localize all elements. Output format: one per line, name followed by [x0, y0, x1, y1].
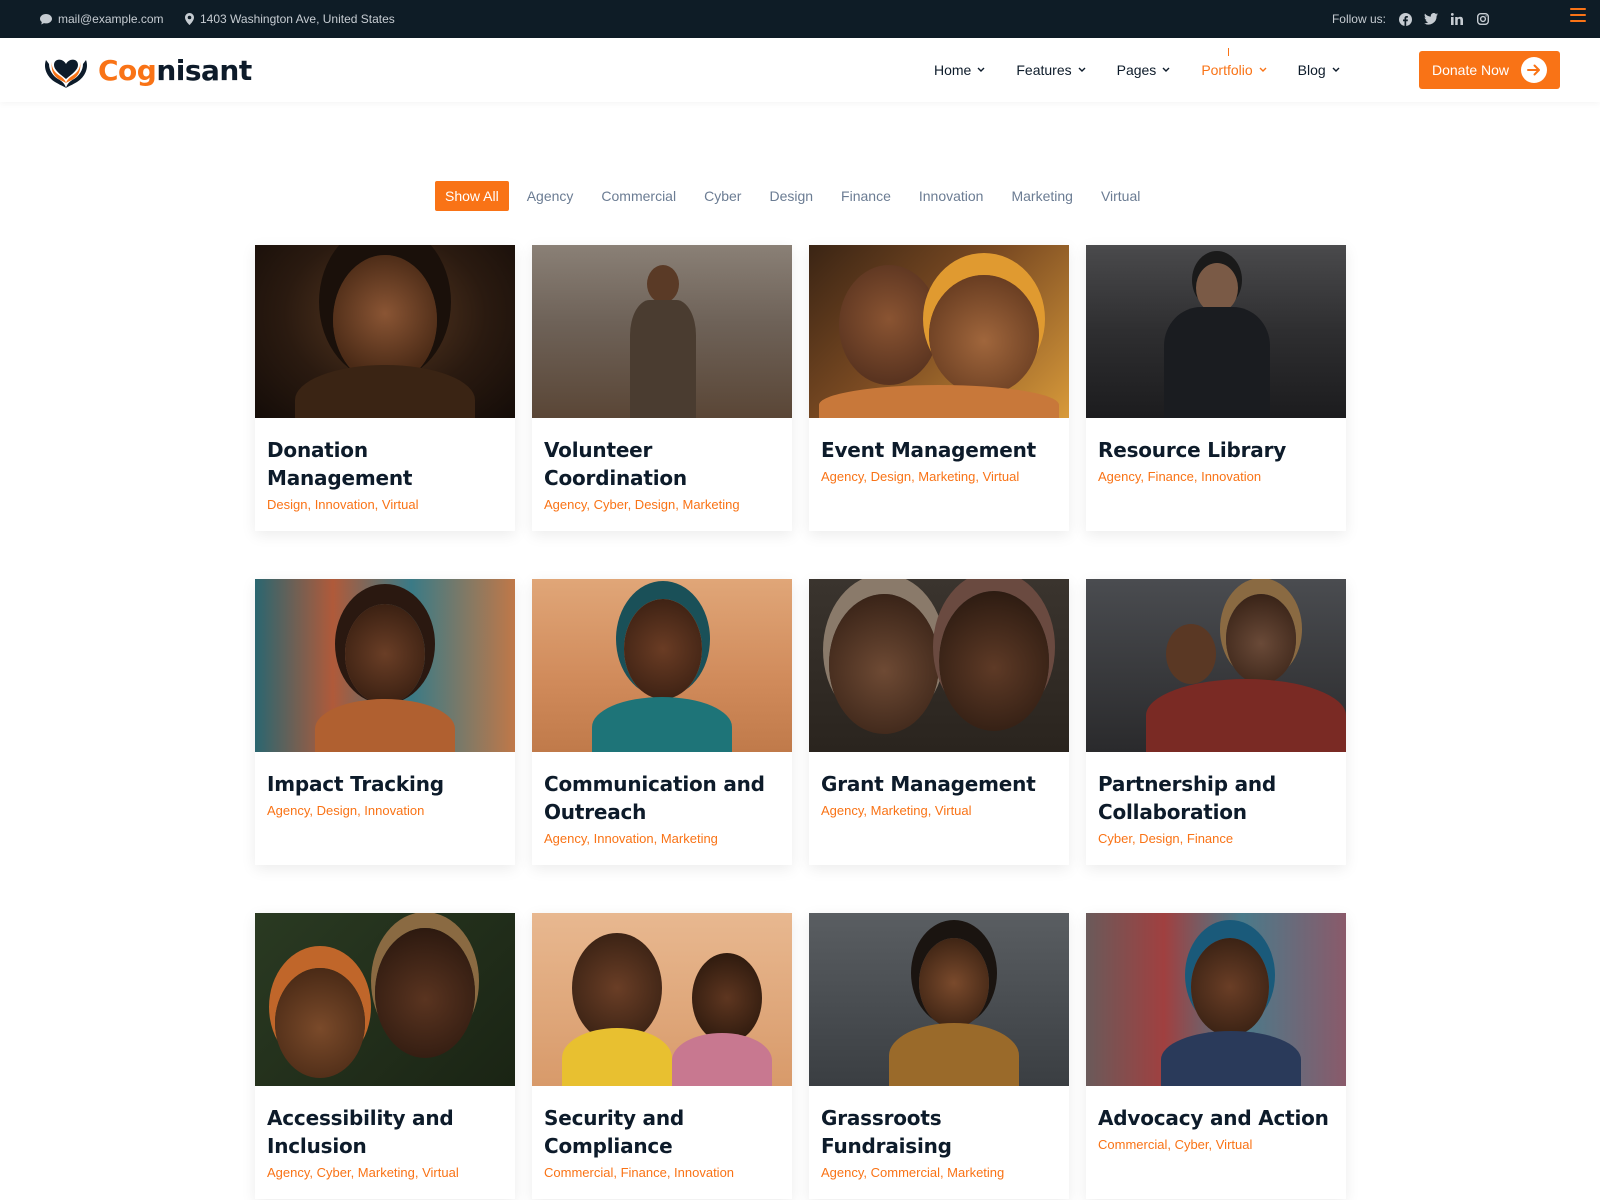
portfolio-photo[interactable]: [532, 579, 792, 752]
linkedin-icon[interactable]: [1450, 12, 1464, 26]
portfolio-photo[interactable]: [809, 913, 1069, 1086]
portfolio-categories[interactable]: Agency, Design, Innovation: [267, 802, 503, 820]
portfolio-categories[interactable]: Agency, Cyber, Design, Marketing: [544, 496, 780, 514]
portfolio-categories[interactable]: Agency, Commercial, Marketing: [821, 1164, 1057, 1182]
instagram-icon[interactable]: [1476, 12, 1490, 26]
nav-features[interactable]: Features: [1016, 62, 1086, 78]
portfolio-title[interactable]: Impact Tracking: [267, 770, 503, 798]
hands-heart-logo-icon: [45, 59, 87, 88]
portfolio-categories[interactable]: Cyber, Design, Finance: [1098, 830, 1334, 848]
portfolio-card[interactable]: Event Management Agency, Design, Marketi…: [809, 245, 1069, 531]
filter-marketing[interactable]: Marketing: [1001, 181, 1082, 211]
portfolio-grid: Donation Management Design, Innovation, …: [255, 245, 1347, 1199]
facebook-icon[interactable]: [1398, 12, 1412, 26]
portfolio-categories[interactable]: Agency, Marketing, Virtual: [821, 802, 1057, 820]
portfolio-title[interactable]: Resource Library: [1098, 436, 1334, 464]
portfolio-card[interactable]: Partnership and Collaboration Cyber, Des…: [1086, 579, 1346, 865]
portfolio-title[interactable]: Accessibility and Inclusion: [267, 1104, 503, 1160]
portfolio-card[interactable]: Advocacy and Action Commercial, Cyber, V…: [1086, 913, 1346, 1199]
portfolio-photo[interactable]: [255, 579, 515, 752]
portfolio-photo[interactable]: [1086, 245, 1346, 418]
portfolio-photo[interactable]: [809, 579, 1069, 752]
main-nav: Home Features Pages Portfolio Blog: [934, 38, 1340, 102]
portfolio-categories[interactable]: Commercial, Finance, Innovation: [544, 1164, 780, 1182]
filter-cyber[interactable]: Cyber: [694, 181, 751, 211]
nav-portfolio[interactable]: Portfolio: [1201, 48, 1267, 78]
twitter-icon[interactable]: [1424, 12, 1438, 26]
portfolio-categories[interactable]: Commercial, Cyber, Virtual: [1098, 1136, 1334, 1154]
chevron-down-icon: [977, 67, 985, 72]
portfolio-categories[interactable]: Agency, Innovation, Marketing: [544, 830, 780, 848]
social-links: Follow us:: [1332, 0, 1490, 38]
chevron-down-icon: [1078, 67, 1086, 72]
portfolio-photo[interactable]: [255, 245, 515, 418]
location-pin-icon: [185, 13, 194, 25]
portfolio-card[interactable]: Grassroots Fundraising Agency, Commercia…: [809, 913, 1069, 1199]
filter-virtual[interactable]: Virtual: [1091, 181, 1150, 211]
nav-blog[interactable]: Blog: [1298, 62, 1340, 78]
portfolio-card[interactable]: Donation Management Design, Innovation, …: [255, 245, 515, 531]
portfolio-categories[interactable]: Agency, Finance, Innovation: [1098, 468, 1334, 486]
site-header: Cognisant Home Features Pages Portfolio …: [0, 38, 1600, 102]
filter-commercial[interactable]: Commercial: [591, 181, 686, 211]
site-logo[interactable]: Cognisant: [42, 50, 252, 90]
portfolio-photo[interactable]: [1086, 913, 1346, 1086]
portfolio-title[interactable]: Donation Management: [267, 436, 503, 492]
portfolio-card[interactable]: Grant Management Agency, Marketing, Virt…: [809, 579, 1069, 865]
donate-label: Donate Now: [1432, 62, 1510, 78]
email-text: mail@example.com: [58, 12, 164, 26]
portfolio-categories[interactable]: Design, Innovation, Virtual: [267, 496, 503, 514]
top-bar: mail@example.com 1403 Washington Ave, Un…: [0, 0, 1600, 38]
portfolio-photo[interactable]: [532, 913, 792, 1086]
filter-show-all[interactable]: Show All: [435, 181, 509, 211]
portfolio-card[interactable]: Impact Tracking Agency, Design, Innovati…: [255, 579, 515, 865]
chevron-down-icon: [1162, 67, 1170, 72]
logo-wordmark: Cognisant: [98, 53, 252, 87]
portfolio-card[interactable]: Security and Compliance Commercial, Fina…: [532, 913, 792, 1199]
portfolio-title[interactable]: Partnership and Collaboration: [1098, 770, 1334, 826]
portfolio-photo[interactable]: [809, 245, 1069, 418]
portfolio-categories[interactable]: Agency, Design, Marketing, Virtual: [821, 468, 1057, 486]
portfolio-title[interactable]: Volunteer Coordination: [544, 436, 780, 492]
portfolio-photo[interactable]: [1086, 579, 1346, 752]
portfolio-title[interactable]: Grassroots Fundraising: [821, 1104, 1057, 1160]
chat-icon: [40, 13, 52, 24]
filter-design[interactable]: Design: [759, 181, 823, 211]
chevron-down-icon: [1332, 67, 1340, 72]
portfolio-card[interactable]: Communication and Outreach Agency, Innov…: [532, 579, 792, 865]
portfolio-filters: Show All Agency Commercial Cyber Design …: [435, 181, 1158, 211]
arrow-right-icon: [1521, 57, 1547, 83]
address-text: 1403 Washington Ave, United States: [200, 12, 395, 26]
portfolio-categories[interactable]: Agency, Cyber, Marketing, Virtual: [267, 1164, 503, 1182]
email-contact[interactable]: mail@example.com: [40, 0, 164, 38]
filter-finance[interactable]: Finance: [831, 181, 901, 211]
address-contact: 1403 Washington Ave, United States: [185, 0, 395, 38]
portfolio-card[interactable]: Resource Library Agency, Finance, Innova…: [1086, 245, 1346, 531]
portfolio-title[interactable]: Security and Compliance: [544, 1104, 780, 1160]
filter-agency[interactable]: Agency: [517, 181, 584, 211]
portfolio-photo[interactable]: [532, 245, 792, 418]
portfolio-photo[interactable]: [255, 913, 515, 1086]
portfolio-title[interactable]: Grant Management: [821, 770, 1057, 798]
portfolio-title[interactable]: Communication and Outreach: [544, 770, 780, 826]
chevron-down-icon: [1259, 67, 1267, 72]
nav-home[interactable]: Home: [934, 62, 985, 78]
portfolio-card[interactable]: Volunteer Coordination Agency, Cyber, De…: [532, 245, 792, 531]
filter-innovation[interactable]: Innovation: [909, 181, 994, 211]
menu-toggle-icon[interactable]: [1570, 8, 1586, 22]
portfolio-title[interactable]: Event Management: [821, 436, 1057, 464]
donate-now-button[interactable]: Donate Now: [1419, 51, 1560, 89]
nav-pages[interactable]: Pages: [1117, 62, 1171, 78]
follow-label: Follow us:: [1331, 12, 1386, 26]
portfolio-card[interactable]: Accessibility and Inclusion Agency, Cybe…: [255, 913, 515, 1199]
portfolio-title[interactable]: Advocacy and Action: [1098, 1104, 1334, 1132]
